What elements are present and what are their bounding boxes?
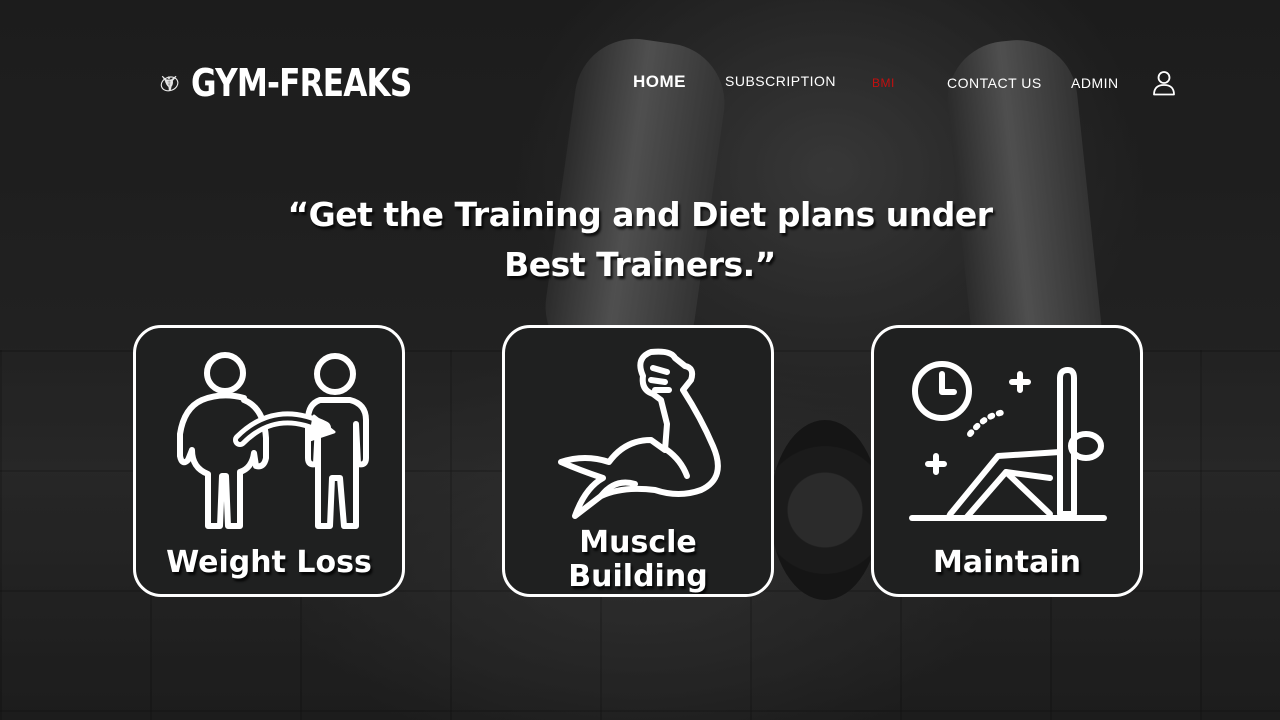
weight-loss-card[interactable]: Weight Loss [133,325,405,597]
user-icon[interactable] [1152,70,1176,96]
weight-loss-label: Weight Loss [166,545,372,580]
nav-bmi[interactable]: BMI [872,76,895,90]
nav-home[interactable]: HOME [633,72,686,92]
hero-quote-line-1: “Get the Training and Diet plans under [287,195,993,234]
nav-admin[interactable]: ADMIN [1071,75,1119,91]
muscle-building-label: Muscle Building [505,526,771,594]
maintain-card[interactable]: Maintain [871,325,1143,597]
maintain-label: Maintain [933,545,1081,580]
nav-subscription[interactable]: SUBSCRIPTION [725,73,836,89]
hero-quote: “Get the Training and Diet plans under B… [240,190,1040,290]
brand-name: GYM-FREAKS [191,61,412,105]
bodybuilder-emblem-icon [160,75,179,92]
muscle-building-card[interactable]: Muscle Building [502,325,774,597]
hero-quote-line-2: Best Trainers.” [504,245,776,284]
muscle-building-label-line-1: Muscle [579,525,697,560]
brand-logo[interactable]: GYM-FREAKS [160,42,460,124]
muscle-building-label-line-2: Building [568,559,708,594]
nav-contact-us[interactable]: CONTACT US [947,75,1042,91]
